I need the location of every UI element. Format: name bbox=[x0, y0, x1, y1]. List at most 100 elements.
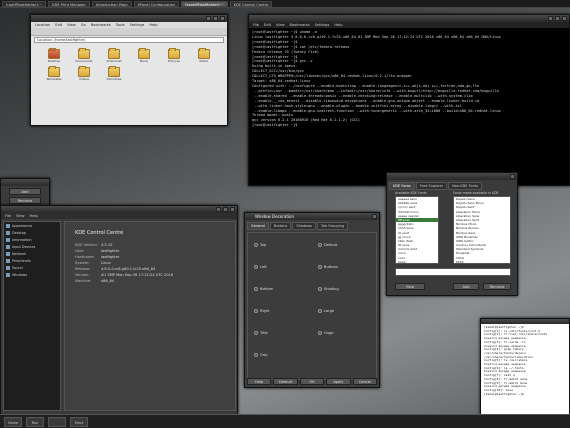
nav-item[interactable]: Sound bbox=[4, 264, 60, 271]
radio-option[interactable]: Shading bbox=[318, 287, 339, 291]
close-button[interactable] bbox=[372, 214, 377, 219]
terminal-output[interactable]: [root@lastfighter ~]$ uname -a Linux last… bbox=[249, 28, 569, 193]
nav-item[interactable]: Peripherals bbox=[4, 257, 60, 264]
kcc-titlebar[interactable] bbox=[1, 206, 237, 213]
kde-fonts-list[interactable]: DejaVu Sans DejaVu Sans Mono DejaVu Serif L… bbox=[453, 196, 511, 264]
menu-item[interactable]: Bookmarks bbox=[290, 22, 310, 28]
minimize-button[interactable] bbox=[216, 207, 221, 212]
folder-item[interactable]: Desktop bbox=[41, 48, 67, 63]
window-decoration-dialog[interactable]: Window Decoration General Buttons Shadows T… bbox=[244, 212, 380, 388]
menu-item[interactable]: Tools bbox=[116, 22, 125, 28]
radio-option[interactable]: Right bbox=[254, 309, 269, 313]
menu-item[interactable]: View bbox=[276, 22, 285, 28]
small-terminal-window[interactable]: [kaxel@lastfighter ~]$ Config[1]: ls /etc… bbox=[480, 318, 570, 428]
radio-option[interactable]: Buttons bbox=[318, 265, 338, 269]
taskbar-button[interactable]: KDE Print Manager bbox=[48, 1, 90, 7]
folder-item[interactable]: Download bbox=[101, 48, 127, 63]
panel-button[interactable]: Home bbox=[4, 416, 22, 427]
small-terminal-titlebar[interactable] bbox=[481, 319, 569, 324]
folder-item[interactable]: Videos bbox=[71, 66, 97, 81]
tab[interactable]: Tab Grouping bbox=[317, 222, 349, 230]
small-dialog[interactable]: Add Remove bbox=[0, 178, 50, 208]
folder-item[interactable]: Music bbox=[131, 48, 157, 63]
remove-font-button[interactable]: Remove bbox=[483, 283, 511, 290]
radio-option[interactable]: Default bbox=[318, 243, 337, 247]
add-button[interactable]: Add bbox=[9, 188, 41, 195]
taskbar-button[interactable]: KDE Control Centre bbox=[229, 1, 273, 7]
folder-item[interactable]: Public bbox=[191, 48, 217, 63]
file-manager-window[interactable]: Location Edit View Go Bookmarks Tools Settings… bbox=[30, 14, 228, 126]
panel-button[interactable] bbox=[48, 416, 66, 427]
nav-item[interactable]: Information bbox=[4, 236, 60, 243]
close-button[interactable] bbox=[562, 16, 567, 21]
maximize-button[interactable] bbox=[555, 16, 560, 21]
folder-item[interactable]: Documents bbox=[71, 48, 97, 63]
font-installer-dialog[interactable]: KDE Fonts Font Explorer Non-KDE Fonts Avai… bbox=[386, 172, 518, 296]
radio-option[interactable]: Title bbox=[254, 331, 268, 335]
menu-item[interactable]: View bbox=[67, 22, 76, 28]
location-value[interactable]: /home/lastfighter/ bbox=[54, 38, 85, 42]
nav-item[interactable]: Windows bbox=[4, 271, 60, 278]
maximize-button[interactable] bbox=[223, 207, 228, 212]
taskbar-button[interactable]: [kaxel@lastfighter]:~ bbox=[181, 1, 228, 7]
radio-option[interactable]: Large bbox=[318, 309, 334, 313]
terminal-window[interactable]: File Edit View Bookmarks Settings Help [root@… bbox=[248, 14, 570, 186]
menu-item[interactable]: Help bbox=[30, 213, 38, 219]
nav-item[interactable]: Desktop bbox=[4, 229, 60, 236]
nav-item[interactable]: Network bbox=[4, 250, 60, 257]
close-button[interactable] bbox=[230, 207, 235, 212]
folder-item[interactable]: Templates bbox=[41, 66, 67, 81]
file-manager-titlebar[interactable] bbox=[31, 15, 227, 22]
font-list-item[interactable]: P052 bbox=[454, 260, 510, 263]
taskbar-button[interactable]: Introduction Page bbox=[91, 1, 132, 7]
panel-button[interactable]: Eject bbox=[70, 416, 88, 427]
maximize-button[interactable] bbox=[213, 16, 218, 21]
tab[interactable]: General bbox=[247, 222, 269, 230]
fd-titlebar[interactable] bbox=[387, 173, 517, 180]
menu-item[interactable]: Bookmarks bbox=[91, 22, 111, 28]
dialog-button[interactable]: Cancel bbox=[352, 378, 378, 385]
taskbar-button[interactable]: [root@lastfighter]:~ bbox=[2, 1, 47, 7]
tab[interactable]: Font Explorer bbox=[415, 182, 448, 190]
radio-option[interactable]: Grip bbox=[254, 353, 268, 357]
menu-item[interactable]: File bbox=[253, 22, 259, 28]
terminal-titlebar[interactable] bbox=[249, 15, 569, 22]
dialog-button[interactable]: Apply bbox=[326, 378, 351, 385]
menu-item[interactable]: Location bbox=[35, 22, 50, 28]
minimize-button[interactable] bbox=[206, 16, 211, 21]
small-dialog-titlebar[interactable] bbox=[1, 179, 49, 186]
available-fonts-list[interactable]: aaaaaa sans bbbbbb sans cccccc serif dddddd… bbox=[395, 196, 439, 264]
help-button[interactable]: Help bbox=[395, 283, 425, 290]
menu-item[interactable]: Settings bbox=[130, 22, 145, 28]
folder-item[interactable]: Pictures bbox=[161, 48, 187, 63]
remove-button[interactable]: Remove bbox=[9, 197, 41, 204]
dialog-button[interactable]: Help bbox=[247, 378, 272, 385]
menu-item[interactable]: Settings bbox=[315, 22, 330, 28]
radio-option[interactable]: Top bbox=[254, 243, 266, 247]
menu-item[interactable]: Help bbox=[149, 22, 157, 28]
tab[interactable]: Buttons bbox=[269, 222, 292, 230]
location-field[interactable]: Location: /home/lastfighter/ bbox=[34, 37, 224, 43]
tab[interactable]: Non-KDE Fonts bbox=[448, 182, 483, 190]
close-button[interactable] bbox=[220, 16, 225, 21]
menu-item[interactable]: File bbox=[5, 213, 11, 219]
tab[interactable]: Shadows bbox=[292, 222, 316, 230]
add-font-button[interactable]: Add bbox=[453, 283, 479, 290]
menu-item[interactable]: View bbox=[16, 213, 25, 219]
close-button[interactable] bbox=[510, 174, 515, 179]
menu-item[interactable]: Help bbox=[334, 22, 342, 28]
panel-button[interactable]: Run bbox=[26, 416, 44, 427]
radio-option[interactable]: Huge bbox=[318, 331, 333, 335]
minimize-button[interactable] bbox=[548, 16, 553, 21]
wd-titlebar[interactable]: Window Decoration bbox=[245, 213, 379, 220]
menu-item[interactable]: Edit bbox=[55, 22, 62, 28]
taskbar-button[interactable]: KPanel Configuration bbox=[133, 1, 180, 7]
dialog-button[interactable]: Default bbox=[273, 378, 298, 385]
folder-item[interactable]: Xwindows bbox=[101, 66, 127, 81]
small-terminal-output[interactable]: [kaxel@lastfighter ~]$ Config[1]: ls /etc… bbox=[481, 324, 569, 424]
tab[interactable]: KDE Fonts bbox=[389, 182, 415, 190]
radio-option[interactable]: Bottom bbox=[254, 287, 273, 291]
font-list-item[interactable]: pppp bbox=[396, 260, 438, 263]
kde-control-centre-window[interactable]: File View Help Appearance Desktop Informatio… bbox=[0, 205, 238, 415]
menu-item[interactable]: Edit bbox=[264, 22, 271, 28]
